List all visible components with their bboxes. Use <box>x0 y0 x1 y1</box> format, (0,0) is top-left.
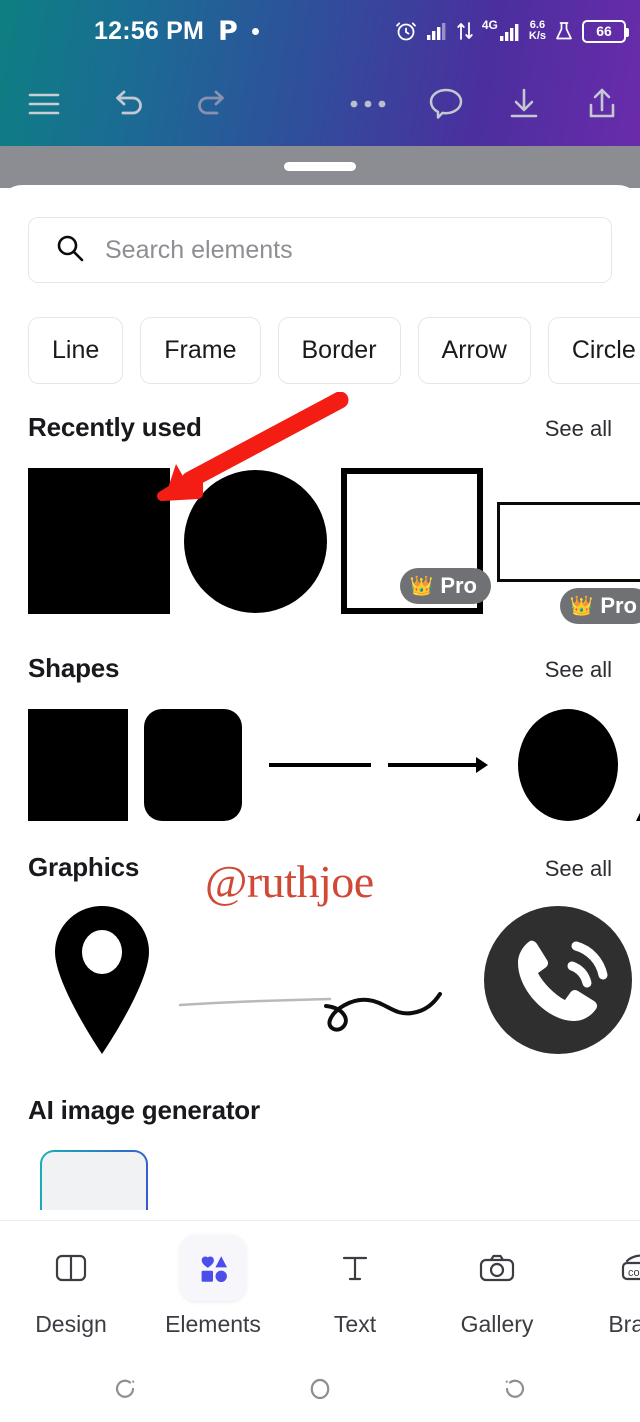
crown-icon: 👑 <box>569 595 594 617</box>
svg-text:co: co <box>628 1267 640 1279</box>
nav-label-brand: Brand <box>608 1311 640 1337</box>
graphic-squiggle-line[interactable] <box>176 900 476 1060</box>
chip-line[interactable]: Line <box>28 317 124 384</box>
editor-toolbar-right <box>340 76 630 132</box>
pro-badge: 👑 Pro <box>559 588 640 624</box>
nav-label-elements: Elements <box>165 1311 261 1337</box>
graphic-location-pin[interactable] <box>28 900 176 1060</box>
sheet-drag-handle[interactable] <box>284 162 356 171</box>
recent-item-frame[interactable]: 👑 Pro <box>341 468 491 614</box>
graphics-section-header: Graphics See all <box>28 852 612 883</box>
bottom-navigation-bar: Design Elements Text Gallery co Bra <box>0 1220 640 1355</box>
category-chip-row: Line Frame Border Arrow Circle <box>28 317 640 384</box>
shapes-section-header: Shapes See all <box>28 653 612 684</box>
shape-line[interactable] <box>264 709 376 821</box>
home-icon[interactable] <box>298 1367 342 1411</box>
see-all-recently-used[interactable]: See all <box>545 416 612 442</box>
section-title-ai-image-generator: AI image generator <box>28 1095 260 1125</box>
line-stroke <box>269 763 371 767</box>
text-t-icon <box>322 1235 388 1301</box>
back-icon[interactable] <box>492 1367 536 1411</box>
comment-icon[interactable] <box>418 76 474 132</box>
nav-item-gallery[interactable]: Gallery <box>426 1235 568 1338</box>
recently-used-item-row: 👑 Pro 👑 Pro <box>28 468 640 624</box>
editor-toolbar-left <box>16 76 240 132</box>
recent-item-rectangle[interactable]: 👑 Pro <box>497 468 640 624</box>
search-input[interactable]: Search elements <box>28 217 612 283</box>
section-title-recently-used: Recently used <box>28 412 202 442</box>
status-bar: 12:56 PM P 4G 6.6 K/s 66 <box>0 0 640 62</box>
editor-toolbar <box>0 62 640 146</box>
brand-icon: co <box>606 1235 640 1301</box>
ai-image-generator-card[interactable] <box>40 1150 148 1210</box>
nav-item-design[interactable]: Design <box>0 1235 142 1338</box>
graphics-item-row <box>28 900 632 1060</box>
graphic-phone-call[interactable] <box>484 906 632 1054</box>
search-placeholder: Search elements <box>105 235 293 264</box>
camera-icon <box>464 1235 530 1301</box>
section-title-graphics: Graphics <box>28 852 140 882</box>
rectangle-outline-shape <box>497 502 640 582</box>
elements-panel: Search elements Line Frame Border Arrow … <box>0 185 640 1220</box>
pinterest-p-icon: P <box>218 15 238 47</box>
recent-apps-icon[interactable] <box>104 1367 148 1411</box>
see-all-shapes[interactable]: See all <box>545 657 612 683</box>
design-layout-icon <box>38 1235 104 1301</box>
battery-indicator: 66 <box>582 19 629 43</box>
chip-frame[interactable]: Frame <box>140 317 261 384</box>
search-icon <box>55 233 85 268</box>
download-icon[interactable] <box>496 76 552 132</box>
shape-circle[interactable] <box>518 709 618 821</box>
recently-used-section-header: Recently used See all <box>28 412 612 443</box>
status-bar-right: 4G 6.6 K/s 66 <box>394 0 629 62</box>
android-navigation-bar <box>0 1355 640 1422</box>
shape-square[interactable] <box>28 709 128 821</box>
nav-label-gallery: Gallery <box>460 1311 534 1337</box>
share-icon[interactable] <box>574 76 630 132</box>
square-solid-shape <box>28 468 170 614</box>
status-bar-left: 12:56 PM P <box>94 17 259 46</box>
shape-triangle[interactable] <box>636 709 640 821</box>
flask-icon <box>554 20 574 42</box>
chip-border[interactable]: Border <box>277 317 401 384</box>
see-all-graphics[interactable]: See all <box>545 856 612 882</box>
pro-badge: 👑 Pro <box>399 568 491 604</box>
chip-arrow[interactable]: Arrow <box>417 317 531 384</box>
data-speed-indicator: 6.6 K/s <box>529 20 546 42</box>
pro-label: Pro <box>440 573 477 598</box>
section-title-shapes: Shapes <box>28 653 120 683</box>
redo-icon[interactable] <box>184 76 240 132</box>
more-options-icon[interactable] <box>340 76 396 132</box>
ai-image-generator-section-header: AI image generator <box>28 1095 612 1126</box>
nav-label-design: Design <box>35 1311 107 1337</box>
network-type-label: 4G <box>481 18 498 32</box>
app-header: 12:56 PM P 4G 6.6 K/s 66 <box>0 0 640 146</box>
recent-item-square[interactable] <box>28 468 170 614</box>
nav-label-text: Text <box>333 1311 377 1337</box>
shapes-item-row <box>28 709 640 821</box>
elements-shapes-icon <box>180 1235 246 1301</box>
nav-item-text[interactable]: Text <box>284 1235 426 1338</box>
signal-bars-icon <box>426 21 448 41</box>
status-bar-clock: 12:56 PM <box>94 16 204 45</box>
data-transfer-icon <box>456 20 474 42</box>
pro-label: Pro <box>600 593 637 618</box>
shape-rounded-square[interactable] <box>144 709 242 821</box>
circle-solid-shape <box>184 470 327 613</box>
nav-item-elements[interactable]: Elements <box>142 1235 284 1338</box>
chip-circle[interactable]: Circle <box>547 317 640 384</box>
data-speed-unit: K/s <box>528 30 546 42</box>
network-4g-signal-icon: 4G <box>481 18 521 42</box>
notification-dot <box>251 27 259 35</box>
nav-item-brand[interactable]: co Brand <box>568 1235 640 1338</box>
shape-arrow[interactable] <box>386 709 502 821</box>
alarm-clock-icon <box>394 19 418 43</box>
menu-icon[interactable] <box>16 76 72 132</box>
undo-icon[interactable] <box>100 76 156 132</box>
crown-icon: 👑 <box>409 575 434 597</box>
recent-item-circle[interactable] <box>184 470 327 613</box>
